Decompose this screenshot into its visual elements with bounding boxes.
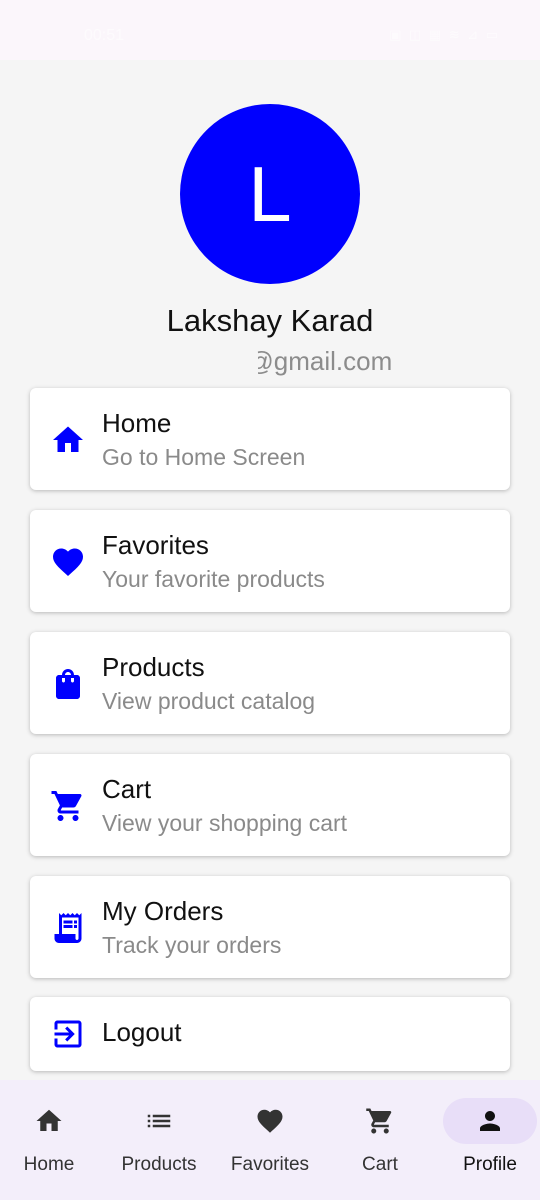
nav-item-products[interactable]: Products [110,1080,208,1200]
home-icon [34,1106,64,1136]
nav-label: Profile [463,1154,517,1175]
menu-item-subtitle: View product catalog [102,688,316,714]
nav-item-favorites[interactable]: Favorites [220,1080,320,1200]
redaction-mask [122,343,258,385]
menu-item-title: My Orders [102,896,224,926]
menu-item-my-orders[interactable]: My Orders Track your orders [30,876,510,978]
cart-icon [50,788,86,824]
heart-icon [255,1106,285,1136]
menu-item-products[interactable]: Products View product catalog [30,632,510,734]
menu-item-subtitle: Your favorite products [102,566,325,592]
cart-icon [365,1106,395,1136]
person-icon [475,1106,505,1136]
bottom-navigation-bar: Home Products Favorites Cart Profile [0,1080,540,1200]
menu-item-title: Home [102,408,172,438]
heart-icon [50,544,86,580]
menu-item-subtitle: Go to Home Screen [102,444,306,470]
avatar-letter: L [248,150,292,238]
menu-item-title: Favorites [102,530,209,560]
status-bar: 00:51 ▣ ◫ ▦ ≋ ⊿ ▭ [0,0,540,60]
avatar: L [180,104,360,284]
nav-label: Cart [362,1154,398,1175]
menu-item-title: Products [102,652,205,682]
menu-item-favorites[interactable]: Favorites Your favorite products [30,510,510,612]
nav-label: Home [23,1154,75,1175]
menu-item-subtitle: Track your orders [102,932,282,958]
logout-icon [50,1016,86,1052]
home-icon [50,422,86,458]
nav-label: Favorites [230,1154,310,1175]
menu-item-subtitle: View your shopping cart [102,810,348,836]
menu-item-title: Logout [102,1017,182,1047]
nav-label: Products [121,1154,197,1175]
menu-item-title: Cart [102,774,152,804]
nav-item-cart[interactable]: Cart [332,1080,428,1200]
status-icons: ▣ ◫ ▦ ≋ ⊿ ▭ [389,27,500,42]
user-email: xxxxxxrs@gmail.com [0,346,540,377]
list-icon [144,1106,174,1136]
shopping-bag-icon [50,666,86,702]
nav-item-home[interactable]: Home [0,1080,98,1200]
status-time: 00:51 [84,27,125,44]
nav-item-profile[interactable]: Profile [440,1080,540,1200]
menu-item-cart[interactable]: Cart View your shopping cart [30,754,510,856]
receipt-icon [50,910,86,946]
menu-item-home[interactable]: Home Go to Home Screen [30,388,510,490]
logout-button[interactable]: Logout [30,997,510,1071]
user-name: Lakshay Karad [166,303,374,338]
